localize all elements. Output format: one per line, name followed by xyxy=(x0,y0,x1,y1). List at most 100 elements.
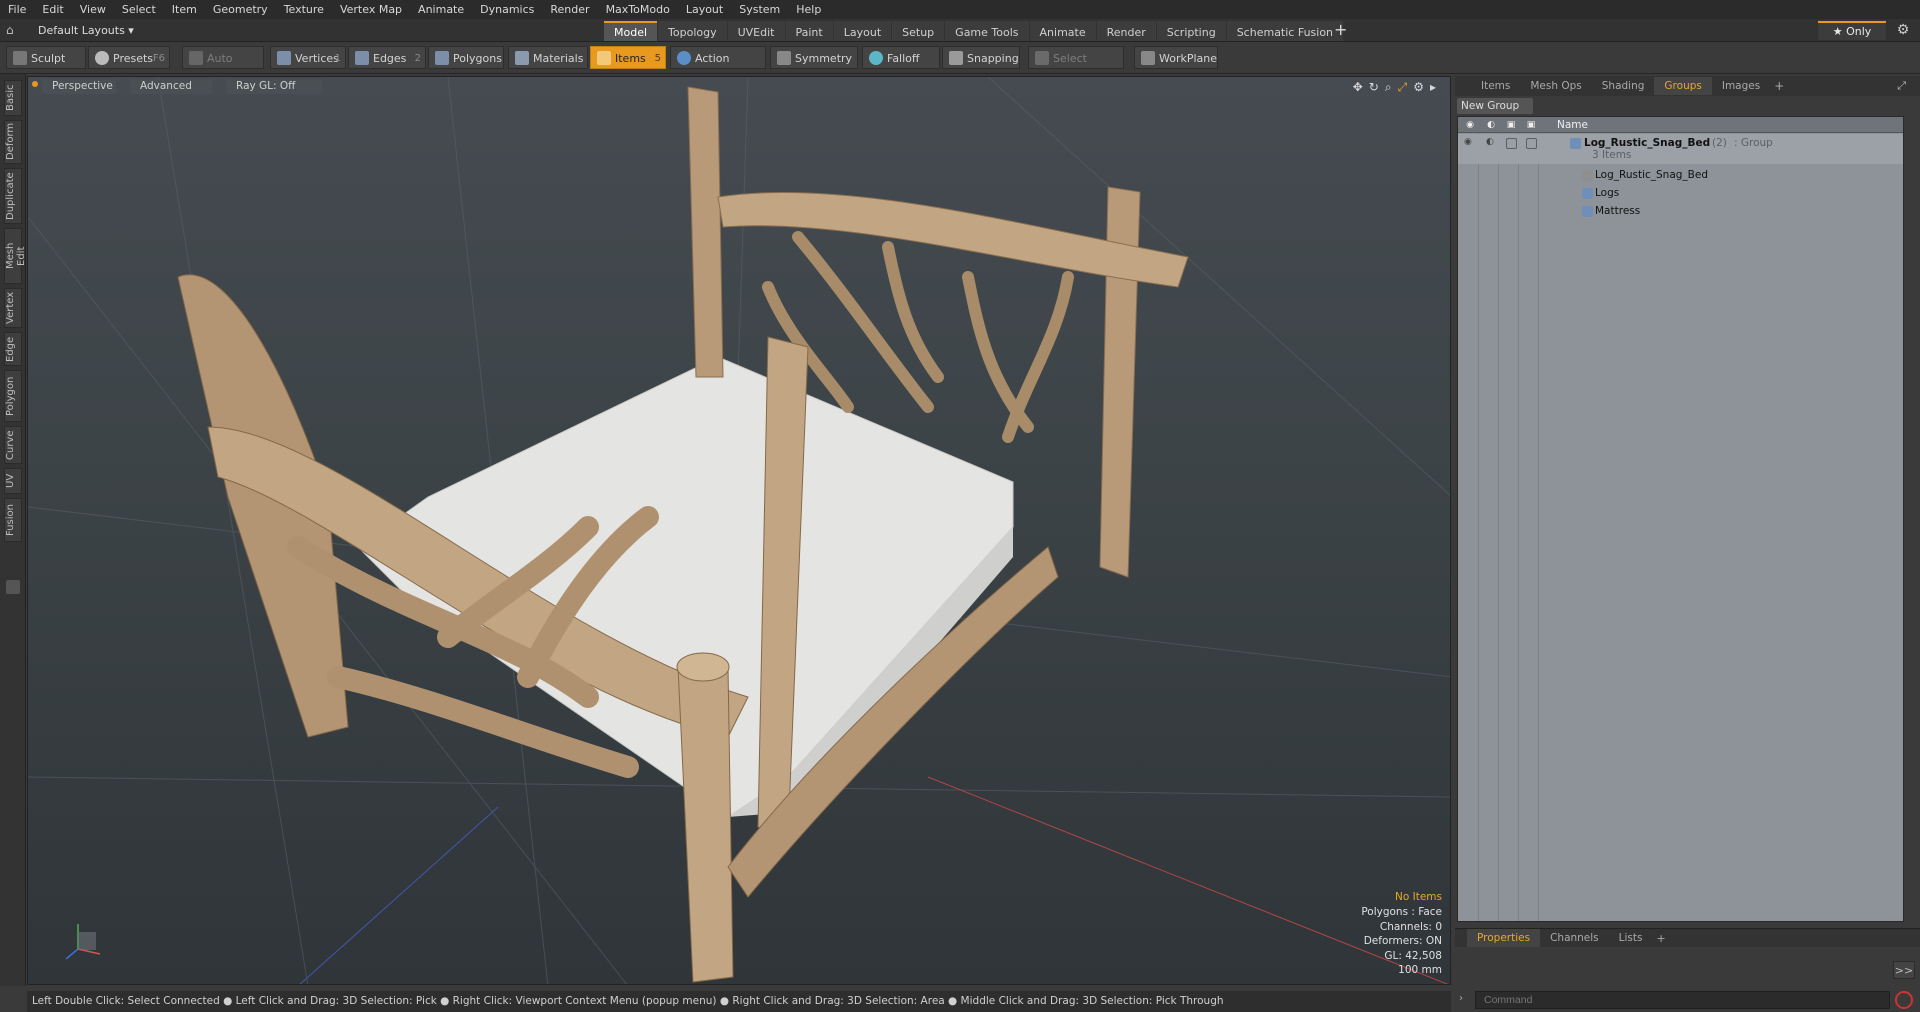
fit-icon[interactable]: ⤢ xyxy=(1398,80,1408,95)
vtab-basic[interactable]: Basic xyxy=(4,80,22,116)
tree-row-logs[interactable]: Logs xyxy=(1458,184,1903,202)
new-group-button[interactable]: New Group xyxy=(1457,98,1533,114)
menu-maxtomodo[interactable]: MaxToModo xyxy=(598,0,678,19)
menu-system[interactable]: System xyxy=(731,0,788,19)
add-tab-icon[interactable]: + xyxy=(1334,20,1347,40)
tab-items[interactable]: Items xyxy=(1471,77,1520,95)
action-center-button[interactable]: Action Center xyxy=(670,46,766,88)
edges-icon xyxy=(355,51,369,65)
tab-game-tools[interactable]: Game Tools xyxy=(945,21,1029,41)
menu-dynamics[interactable]: Dynamics xyxy=(472,0,542,19)
render-icon[interactable]: ◐ xyxy=(1486,137,1499,147)
tab-images[interactable]: Images xyxy=(1712,77,1770,95)
menu-layout[interactable]: Layout xyxy=(678,0,731,19)
lock-header-icon[interactable]: ▣ xyxy=(1505,119,1517,131)
viewport-settings-icon[interactable]: ⚙ xyxy=(1413,80,1424,95)
tree-row-mattress[interactable]: Mattress xyxy=(1458,202,1903,220)
only-button[interactable]: ★ Only xyxy=(1818,21,1886,40)
select-checkbox[interactable] xyxy=(1526,138,1537,149)
home-icon[interactable]: ⌂ xyxy=(6,23,20,37)
menu-geometry[interactable]: Geometry xyxy=(205,0,276,19)
sculpt-button[interactable]: Sculpt xyxy=(6,46,86,69)
group-items-count: 3 Items xyxy=(1592,149,1632,161)
menu-item[interactable]: Item xyxy=(164,0,205,19)
tab-paint[interactable]: Paint xyxy=(785,21,833,41)
add-properties-tab-icon[interactable]: + xyxy=(1652,932,1669,945)
toolbar: Sculpt Presets F6 Auto Select Vertices 1… xyxy=(0,42,1920,88)
tab-shading[interactable]: Shading xyxy=(1592,77,1655,95)
add-panel-tab-icon[interactable]: + xyxy=(1770,79,1788,93)
workplane-button[interactable]: WorkPlane xyxy=(1134,46,1218,69)
render-header-icon[interactable]: ◐ xyxy=(1485,119,1497,131)
select-header-icon[interactable]: ▣ xyxy=(1525,119,1537,131)
vtab-deform[interactable]: Deform xyxy=(4,120,22,164)
expand-button[interactable]: >> xyxy=(1893,961,1915,979)
symmetry-button[interactable]: Symmetry xyxy=(770,46,858,69)
viewport-menu-icon[interactable] xyxy=(32,81,38,87)
menu-render[interactable]: Render xyxy=(542,0,597,19)
ray-gl-button[interactable]: Ray GL: Off xyxy=(226,79,322,94)
tab-channels[interactable]: Channels xyxy=(1540,929,1609,947)
tab-properties[interactable]: Properties xyxy=(1467,929,1541,947)
tab-render[interactable]: Render xyxy=(1096,21,1156,41)
tab-scripting[interactable]: Scripting xyxy=(1156,21,1226,41)
zoom-icon[interactable]: ⌕ xyxy=(1385,80,1392,95)
menu-file[interactable]: File xyxy=(0,0,34,19)
vtab-edge[interactable]: Edge xyxy=(4,332,22,366)
3d-viewport[interactable]: Perspective Advanced Ray GL: Off ✥ ↻ ⌕ ⤢… xyxy=(27,76,1451,985)
vertices-button[interactable]: Vertices 1 xyxy=(270,46,346,69)
panel-expand-icon[interactable]: ⤢ xyxy=(1897,79,1906,93)
items-button[interactable]: Items 5 xyxy=(590,46,666,69)
shading-mode-button[interactable]: Advanced xyxy=(130,79,212,94)
vtab-duplicate[interactable]: Duplicate xyxy=(4,168,22,224)
viewport-expand-icon[interactable]: ▸ xyxy=(1430,80,1436,95)
tab-uvedit[interactable]: UVEdit xyxy=(727,21,785,41)
vtab-vertex[interactable]: Vertex xyxy=(4,288,22,328)
record-icon[interactable] xyxy=(1895,991,1913,1009)
tab-layout[interactable]: Layout xyxy=(833,21,892,41)
snapping-button[interactable]: Snapping xyxy=(942,46,1020,69)
tab-mesh-ops[interactable]: Mesh Ops xyxy=(1520,77,1591,95)
layout-selector[interactable]: Default Layouts ▾ xyxy=(28,19,144,42)
menu-vertex-map[interactable]: Vertex Map xyxy=(332,0,410,19)
expand-toolbox-icon[interactable] xyxy=(6,580,20,594)
auto-select-button[interactable]: Auto Select xyxy=(182,46,264,88)
tree-row-group[interactable]: ◉ ◐ Log_Rustic_Snag_Bed (2) : Group 3 It… xyxy=(1458,134,1903,164)
tab-groups[interactable]: Groups xyxy=(1654,77,1712,95)
tab-setup[interactable]: Setup xyxy=(892,21,945,41)
eye-icon[interactable]: ◉ xyxy=(1464,137,1477,147)
menu-animate[interactable]: Animate xyxy=(410,0,472,19)
tab-model[interactable]: Model xyxy=(604,21,658,41)
tab-lists[interactable]: Lists xyxy=(1609,929,1653,947)
vtab-polygon[interactable]: Polygon xyxy=(4,370,22,422)
menu-help[interactable]: Help xyxy=(788,0,829,19)
presets-button[interactable]: Presets F6 xyxy=(88,46,170,69)
tree-row-mesh[interactable]: Log_Rustic_Snag_Bed xyxy=(1458,166,1903,184)
pan-icon[interactable]: ✥ xyxy=(1353,80,1363,95)
menu-view[interactable]: View xyxy=(72,0,114,19)
gear-icon[interactable]: ⚙ xyxy=(1894,21,1912,39)
vtab-curve[interactable]: Curve xyxy=(4,426,22,464)
view-type-button[interactable]: Perspective xyxy=(42,79,116,94)
vtab-mesh-edit[interactable]: Mesh Edit xyxy=(4,228,27,284)
items-hotkey: 5 xyxy=(654,53,661,64)
falloff-button[interactable]: Falloff xyxy=(862,46,940,69)
command-input[interactable] xyxy=(1475,991,1890,1009)
tab-topology[interactable]: Topology xyxy=(658,21,727,41)
tab-schematic-fusion[interactable]: Schematic Fusion xyxy=(1226,21,1344,41)
lock-checkbox[interactable] xyxy=(1506,138,1517,149)
select-through-button[interactable]: Select Through xyxy=(1028,46,1124,88)
rotate-icon[interactable]: ↻ xyxy=(1369,80,1379,95)
menu-edit[interactable]: Edit xyxy=(34,0,71,19)
materials-button[interactable]: Materials xyxy=(508,46,588,69)
edges-button[interactable]: Edges 2 xyxy=(348,46,426,69)
polygons-button[interactable]: Polygons xyxy=(428,46,504,69)
foot-post-top xyxy=(676,652,730,682)
tab-animate[interactable]: Animate xyxy=(1029,21,1096,41)
menu-select[interactable]: Select xyxy=(114,0,164,19)
visibility-header-icon[interactable]: ◉ xyxy=(1464,119,1476,131)
name-column-header[interactable]: Name xyxy=(1557,117,1588,133)
menu-texture[interactable]: Texture xyxy=(276,0,332,19)
vtab-fusion[interactable]: Fusion xyxy=(4,498,22,542)
vtab-uv[interactable]: UV xyxy=(4,468,22,494)
